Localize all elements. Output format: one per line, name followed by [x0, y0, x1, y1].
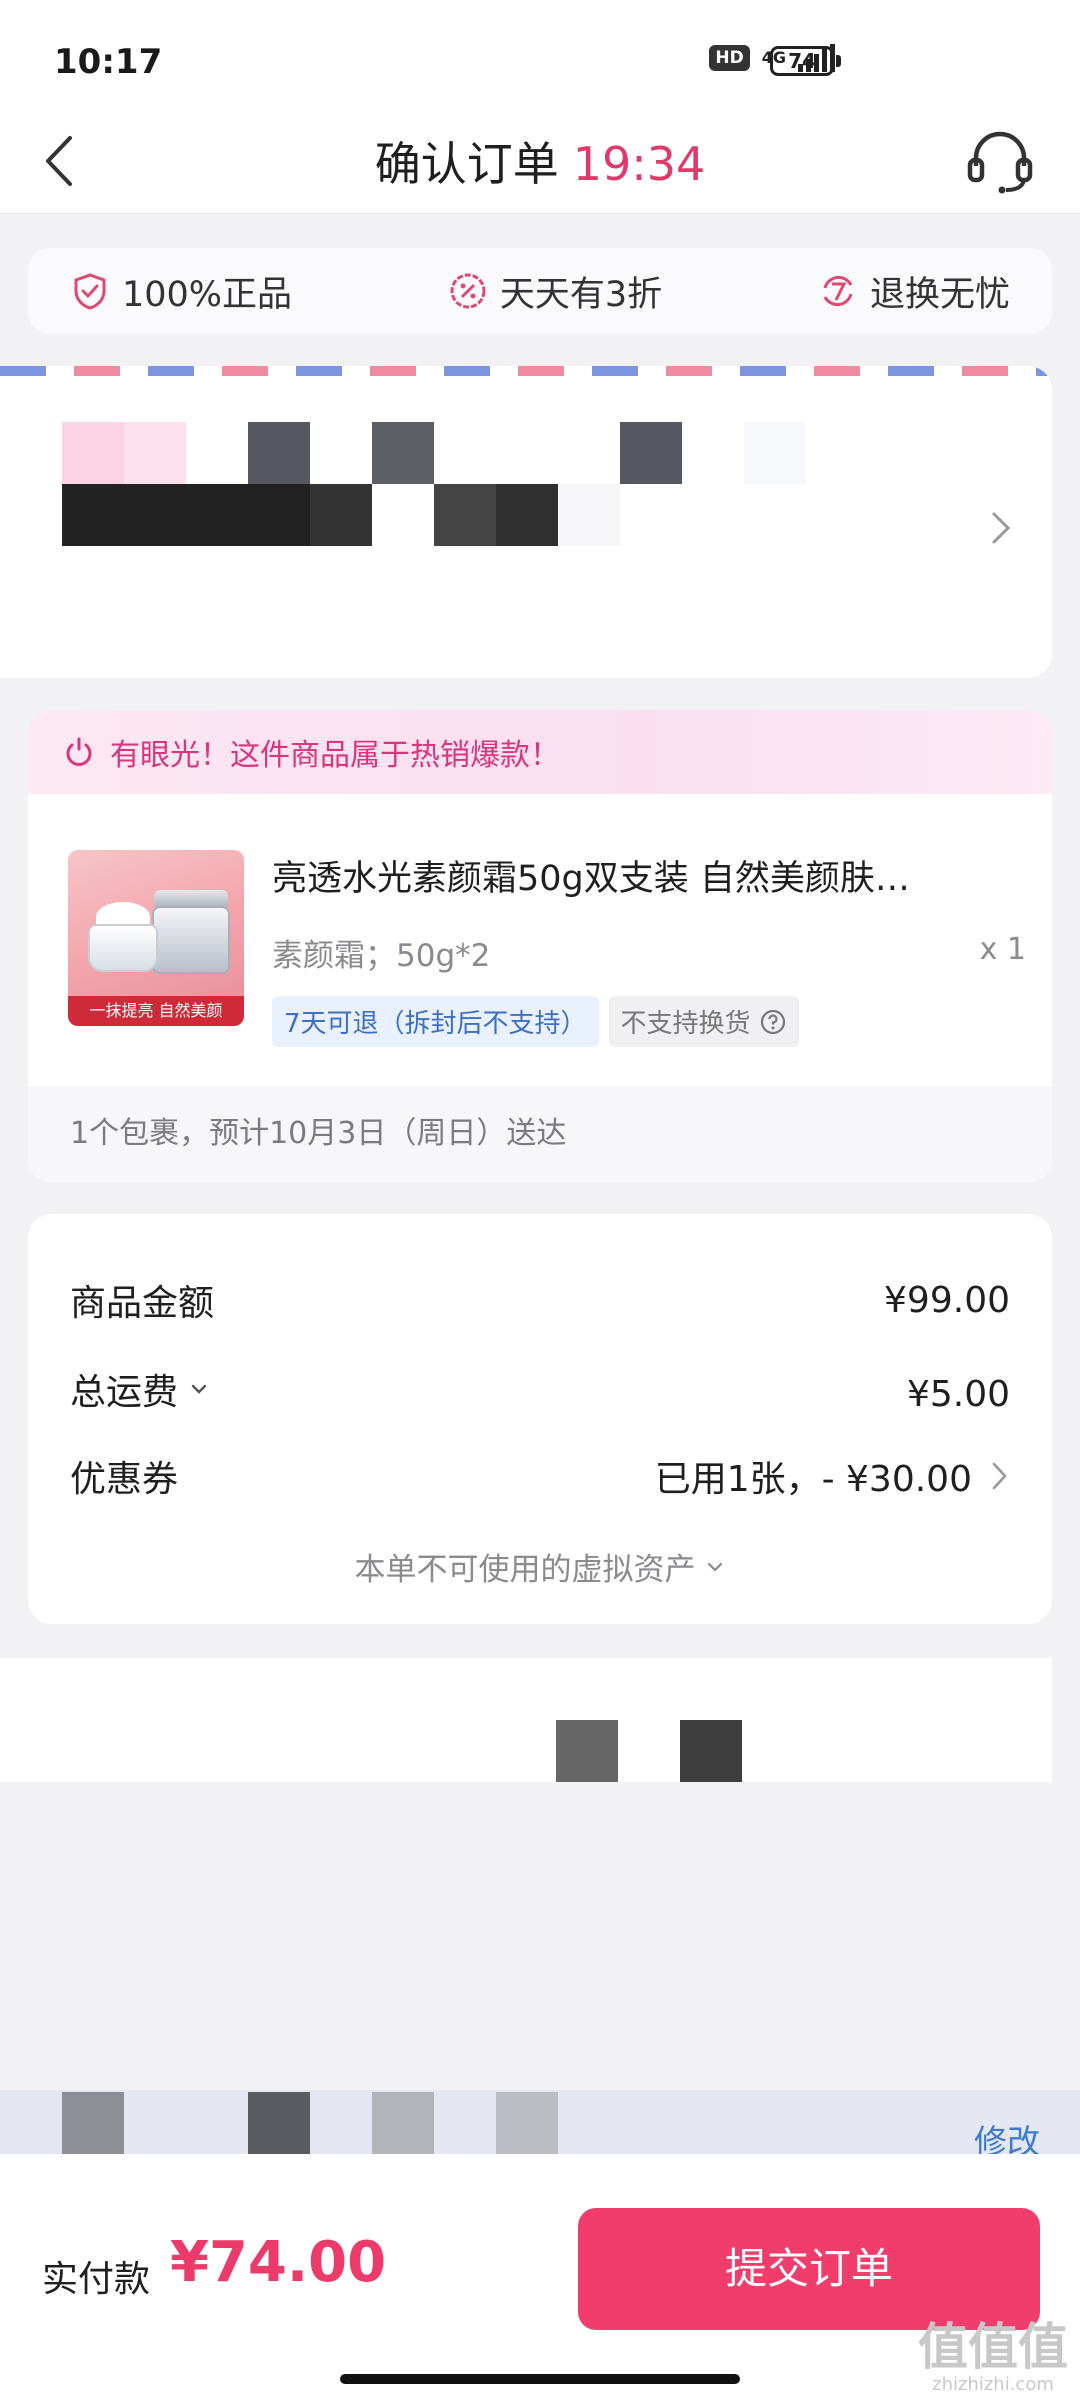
- guarantee-return: 退换无忧: [818, 266, 1010, 317]
- product-quantity: x 1: [979, 932, 1026, 967]
- battery-icon: 74: [770, 46, 834, 76]
- exchange-policy-tag[interactable]: 不支持换货: [608, 996, 799, 1047]
- coupon-label: 优惠券: [70, 1459, 179, 1500]
- shipping-label-wrap: 总运费: [70, 1363, 210, 1415]
- address-card[interactable]: [0, 366, 1052, 678]
- guarantee-authentic-label: 100%正品: [122, 274, 293, 315]
- shield-check-icon: [74, 273, 106, 310]
- envelope-stripe: [0, 366, 1052, 376]
- product-spec: 素颜霜；50g*2: [272, 938, 491, 974]
- page-title-text: 确认订单: [374, 137, 559, 191]
- guarantee-strip: 100%正品 天天有3折 退换无忧: [28, 248, 1052, 334]
- hot-sale-banner: 有眼光！这件商品属于热销爆款！: [28, 710, 1052, 794]
- chevron-right-icon: [992, 512, 1011, 544]
- submit-order-button[interactable]: 提交订单: [578, 2208, 1040, 2330]
- hot-sale-text: 有眼光！这件商品属于热销爆款！: [110, 738, 560, 773]
- flame-icon: [66, 737, 92, 766]
- coupon-value: 已用1张，- ¥30.00: [654, 1459, 972, 1500]
- service-tags: 7天可退（拆封后不支持） 不支持换货: [272, 996, 799, 1047]
- guarantee-discount: 天天有3折: [448, 266, 662, 317]
- delivery-estimate: 1个包裹，预计10月3日（周日）送达: [28, 1086, 1052, 1182]
- goods-amount-label: 商品金额: [70, 1283, 215, 1324]
- watermark-logo: 值值值: [918, 2318, 1068, 2376]
- chevron-down-icon: [707, 1562, 722, 1572]
- return-7-icon: [823, 275, 853, 307]
- nav-bar: 确认订单 19:34: [0, 110, 1080, 214]
- watermark-domain: zhizhizhi.com: [932, 2374, 1054, 2395]
- countdown-timer: 19:34: [572, 137, 706, 191]
- headset-icon: [967, 131, 1033, 194]
- page-title: 确认订单 19:34: [0, 128, 1080, 194]
- coupon-row[interactable]: 优惠券 已用1张，- ¥30.00: [70, 1450, 1010, 1502]
- status-bar: 10:17 HD 4G 74: [0, 0, 1080, 110]
- unusable-assets-text: 本单不可使用的虚拟资产: [354, 1552, 696, 1588]
- return-policy-tag: 7天可退（拆封后不支持）: [272, 996, 599, 1047]
- product-card: 有眼光！这件商品属于热销爆款！ 一抹提亮 自然美颜 亮透水光素颜霜50g双支装 …: [28, 710, 1052, 1182]
- watermark: 值值值 zhizhizhi.com: [918, 2320, 1068, 2396]
- pay-amount: ¥74.00: [170, 2230, 387, 2295]
- chevron-down-icon: [191, 1384, 207, 1394]
- recipient-summary-bar: [0, 2090, 1080, 2154]
- product-name[interactable]: 亮透水光素颜霜50g双支装 自然美颜肤…: [272, 850, 1012, 901]
- product-image-caption: 一抹提亮 自然美颜: [68, 996, 244, 1026]
- unusable-assets-toggle[interactable]: 本单不可使用的虚拟资产: [28, 1544, 1052, 1589]
- guarantee-discount-label: 天天有3折: [499, 274, 663, 315]
- customer-service-button[interactable]: [960, 122, 1040, 202]
- home-indicator[interactable]: [340, 2374, 740, 2384]
- goods-amount-row: 商品金额 ¥99.00: [70, 1274, 1010, 1326]
- product-image[interactable]: 一抹提亮 自然美颜: [68, 850, 244, 1026]
- price-breakdown-card: 商品金额 ¥99.00 总运费 ¥5.00 优惠券 已用1张，- ¥30.00 …: [28, 1214, 1052, 1624]
- exchange-policy-text: 不支持换货: [620, 1009, 751, 1039]
- coupon-value-wrap: 已用1张，- ¥30.00: [655, 1450, 1010, 1502]
- chevron-right-icon: [992, 1462, 1007, 1490]
- address-redacted: [62, 422, 822, 548]
- percent-badge-icon: [450, 273, 486, 309]
- battery-cap: [836, 55, 841, 67]
- guarantee-return-label: 退换无忧: [869, 274, 1010, 315]
- shipping-label: 总运费: [70, 1371, 179, 1413]
- shipping-row[interactable]: 总运费 ¥5.00: [70, 1362, 1010, 1416]
- goods-amount-value: ¥99.00: [884, 1279, 1010, 1321]
- pay-label: 实付款: [42, 2259, 151, 2300]
- status-time: 10:17: [54, 42, 163, 82]
- question-icon: [760, 1009, 785, 1034]
- shipping-value: ¥5.00: [906, 1374, 1010, 1415]
- redacted-section: [0, 1658, 1052, 1782]
- hd-badge: HD: [709, 45, 750, 71]
- guarantee-authentic: 100%正品: [70, 266, 292, 317]
